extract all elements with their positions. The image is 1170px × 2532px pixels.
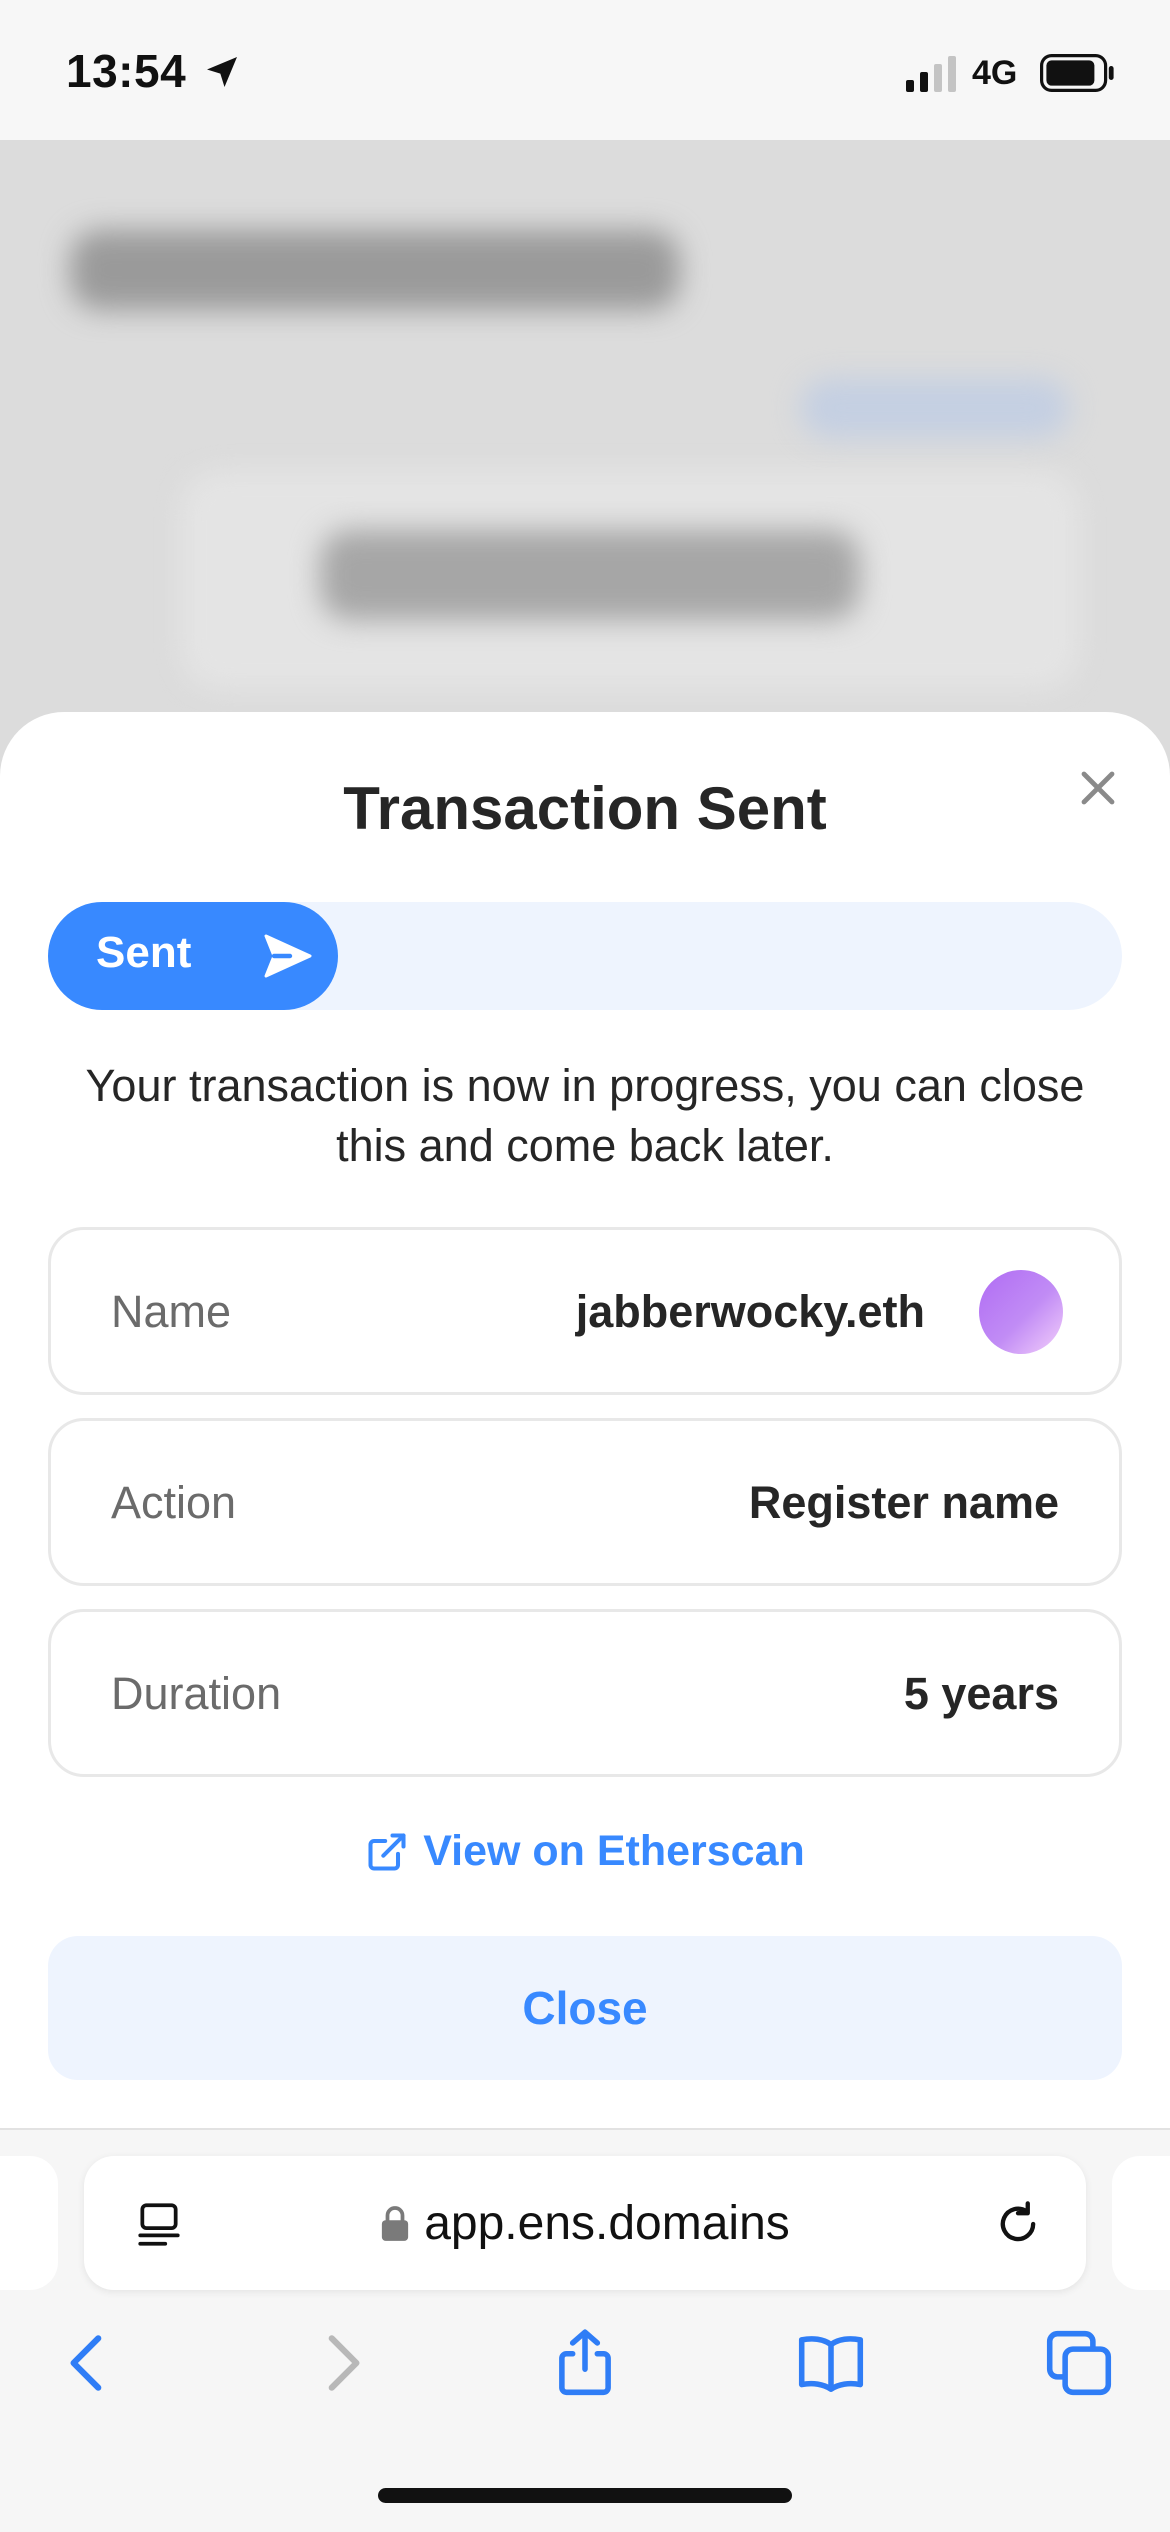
detail-row-duration: Duration 5 years: [48, 1609, 1122, 1777]
forward-icon[interactable]: [304, 2326, 378, 2400]
external-link-icon: [368, 1832, 406, 1871]
close-button-label: Close: [522, 1982, 648, 2034]
blurred-text: [320, 530, 860, 620]
detail-label: Duration: [111, 1668, 282, 1719]
detail-value: jabberwocky.eth: [575, 1286, 925, 1337]
detail-row-action: Action Register name: [48, 1418, 1122, 1586]
detail-label: Name: [111, 1286, 232, 1337]
etherscan-link-text[interactable]: View on Etherscan: [423, 1827, 805, 1876]
progress-track: Sent: [48, 902, 1122, 1010]
blurred-heading: [70, 230, 680, 310]
close-icon[interactable]: [1074, 764, 1122, 812]
back-icon[interactable]: [52, 2326, 126, 2400]
url-text: app.ens.domains: [424, 2196, 790, 2250]
avatar: [979, 1270, 1063, 1354]
browser-toolbar: app.ens.domains: [0, 2128, 1170, 2532]
close-button[interactable]: Close: [48, 1936, 1122, 2080]
progress-fill: Sent: [48, 902, 338, 1010]
view-on-etherscan-link[interactable]: View on Etherscan: [0, 1827, 1170, 1887]
lock-icon: [382, 2206, 409, 2241]
modal-title: Transaction Sent: [343, 775, 827, 842]
location-arrow-icon: [207, 57, 237, 87]
next-tab-preview[interactable]: [1112, 2156, 1170, 2290]
blurred-button: [800, 378, 1070, 438]
reload-icon[interactable]: [992, 2198, 1044, 2250]
battery-icon: [1040, 54, 1114, 92]
share-icon[interactable]: [548, 2326, 622, 2400]
detail-row-name: Name jabberwocky.eth: [48, 1227, 1122, 1395]
network-label: 4G: [972, 54, 1018, 92]
detail-value: Register name: [748, 1477, 1059, 1528]
previous-tab-preview[interactable]: [0, 2156, 58, 2290]
signal-icon: [906, 56, 956, 92]
progress-label: Sent: [96, 928, 192, 977]
address-bar[interactable]: app.ens.domains: [84, 2156, 1086, 2290]
send-icon: [264, 934, 312, 978]
url-display: app.ens.domains: [84, 2156, 1086, 2290]
tabs-icon[interactable]: [1042, 2326, 1116, 2400]
detail-value: 5 years: [903, 1668, 1059, 1719]
status-time: 13:54: [66, 45, 187, 97]
home-indicator: [378, 2488, 792, 2503]
background-page: [0, 140, 1170, 780]
transaction-modal: Transaction Sent Sent Your transaction i…: [0, 712, 1170, 2128]
detail-label: Action: [111, 1477, 237, 1528]
status-bar: 13:54 4G: [0, 0, 1170, 140]
bookmarks-icon[interactable]: [794, 2326, 868, 2400]
transaction-description: Your transaction is now in progress, you…: [85, 1060, 1085, 1171]
